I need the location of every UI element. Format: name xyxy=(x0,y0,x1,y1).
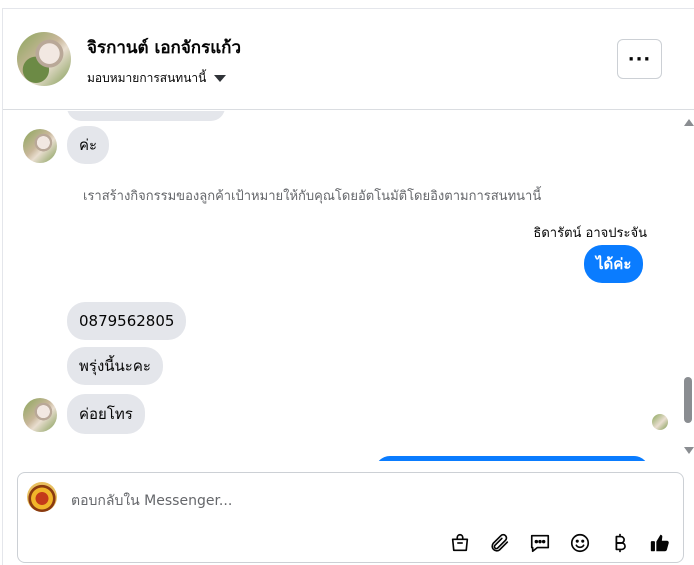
system-note: เราสร้างกิจกรรมของลูกค้าเป้าหมายให้กับคุ… xyxy=(83,189,542,204)
scroll-up-arrow-icon[interactable] xyxy=(684,119,694,126)
scrollbar-thumb[interactable] xyxy=(684,377,692,423)
message-text: ค่ะ xyxy=(79,136,98,154)
scroll-down-arrow-icon[interactable] xyxy=(684,447,694,454)
message-list: ค่ะ เราสร้างกิจกรรมของลูกค้าเป้าหมายให้ก… xyxy=(3,111,681,461)
message-scrollbar[interactable] xyxy=(681,113,694,463)
message-bubble-incoming[interactable]: ค่อยโทร xyxy=(67,394,145,434)
message-bubble-incoming[interactable]: 0879562805 xyxy=(67,302,187,340)
saved-reply-icon[interactable] xyxy=(528,531,552,555)
page-avatar xyxy=(27,482,57,512)
conversation-panel: จิรกานต์ เอกจักรแก้ว มอบหมายการสนทนานี้ … xyxy=(2,8,694,565)
more-icon: ··· xyxy=(627,48,652,70)
message-text: พรุ่งนี้นะคะ xyxy=(79,357,151,375)
assign-conversation-dropdown[interactable]: มอบหมายการสนทนานี้ xyxy=(87,69,227,88)
message-bubble-incoming[interactable]: ค่ะ xyxy=(67,126,110,164)
composer-toolbar xyxy=(448,531,672,555)
emoji-icon[interactable] xyxy=(568,531,592,555)
chevron-down-icon xyxy=(214,75,227,82)
sender-name: ธิดารัตน์ อาจประจัน xyxy=(533,226,647,241)
message-bubble-incoming[interactable]: พรุ่งนี้นะคะ xyxy=(67,347,163,385)
message-bubble-outgoing-partial xyxy=(375,456,649,461)
attach-icon[interactable] xyxy=(488,531,512,555)
message-text: 0879562805 xyxy=(79,312,175,330)
assign-label: มอบหมายการสนทนานี้ xyxy=(87,71,207,85)
message-bubble-partial xyxy=(67,111,225,121)
shopping-bag-icon[interactable] xyxy=(448,531,472,555)
baht-icon[interactable] xyxy=(608,531,632,555)
message-bubble-outgoing[interactable]: ได้ค่ะ xyxy=(584,245,644,283)
more-options-button[interactable]: ··· xyxy=(617,39,662,79)
read-receipt-avatar xyxy=(652,414,668,430)
message-text: ค่อยโทร xyxy=(79,405,133,423)
conversation-header: จิรกานต์ เอกจักรแก้ว มอบหมายการสนทนานี้ … xyxy=(3,9,694,110)
contact-avatar-small xyxy=(23,398,57,432)
contact-name[interactable]: จิรกานต์ เอกจักรแก้ว xyxy=(87,34,241,61)
like-icon[interactable] xyxy=(648,531,672,555)
message-text: ได้ค่ะ xyxy=(596,255,632,273)
reply-input[interactable] xyxy=(71,491,631,511)
contact-avatar-small xyxy=(23,129,57,163)
contact-avatar[interactable] xyxy=(17,32,71,86)
reply-composer xyxy=(17,472,684,563)
